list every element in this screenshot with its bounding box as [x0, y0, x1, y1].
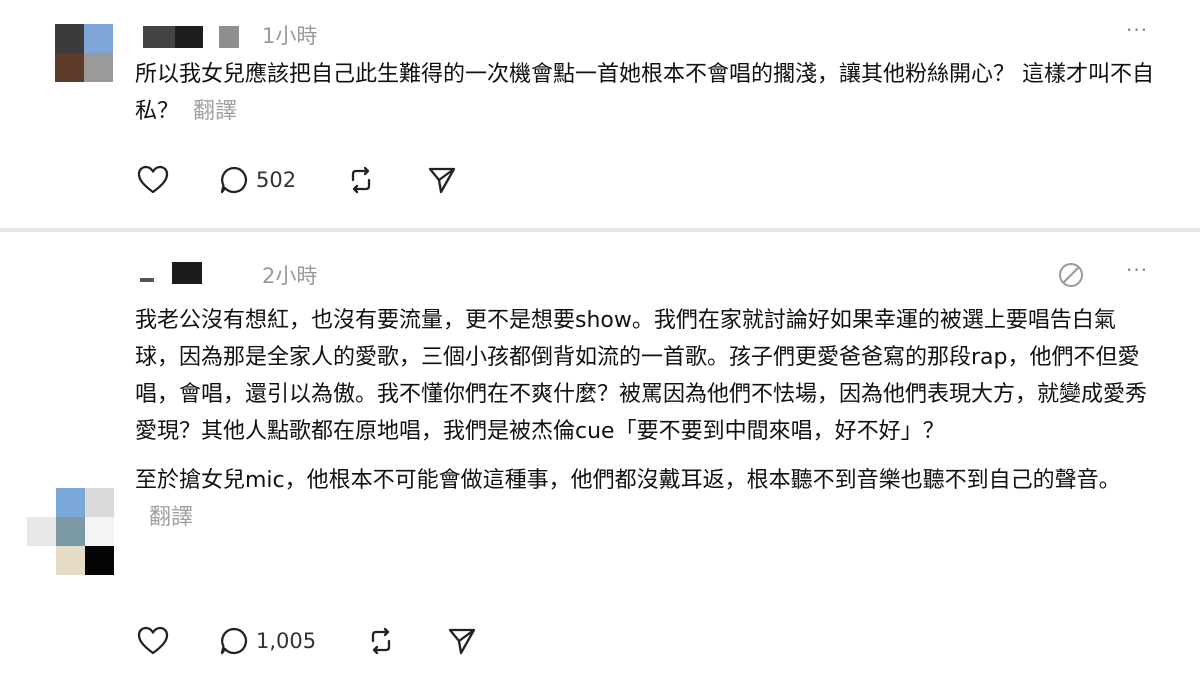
- heart-icon: [137, 165, 169, 194]
- avatar[interactable]: [27, 488, 114, 575]
- comment-icon: [220, 166, 248, 194]
- share-button[interactable]: [446, 625, 478, 657]
- send-icon: [448, 628, 476, 655]
- post-body: 我老公沒有想紅，也沒有要流量，更不是想要show。我們在家就討論好如果幸運的被選…: [135, 302, 1150, 536]
- heart-icon: [137, 626, 169, 655]
- post-1: 1小時 ··· 所以我女兒應該把自己此生難得的一次機會點一首她根本不會唱的擱淺，…: [0, 0, 1200, 228]
- translate-link[interactable]: 翻譯: [193, 99, 237, 124]
- username-redacted[interactable]: [143, 26, 239, 48]
- reply-button[interactable]: 1,005: [218, 625, 316, 657]
- like-button[interactable]: [136, 625, 170, 657]
- post-time: 2小時: [262, 264, 318, 288]
- reply-count: 502: [256, 168, 297, 192]
- avatar[interactable]: [55, 24, 113, 82]
- post-paragraph-2: 至於搶女兒mic，他根本不可能會做這種事，他們都沒戴耳返，根本聽不到音樂也聽不到…: [135, 462, 1150, 536]
- like-button[interactable]: [136, 164, 170, 196]
- repost-button[interactable]: [364, 625, 398, 657]
- repost-icon: [351, 166, 371, 194]
- reply-button[interactable]: 502: [218, 164, 296, 196]
- repost-icon: [371, 627, 391, 655]
- share-button[interactable]: [426, 164, 458, 196]
- comment-icon: [220, 627, 248, 655]
- repost-button[interactable]: [344, 164, 378, 196]
- action-bar: 1,005: [136, 625, 526, 657]
- action-bar: 502: [136, 164, 506, 196]
- post-body: 所以我女兒應該把自己此生難得的一次機會點一首她根本不會唱的擱淺，讓其他粉絲開心？…: [135, 56, 1165, 130]
- post-time: 1小時: [262, 24, 318, 48]
- username-redacted[interactable]: [140, 262, 202, 284]
- send-icon: [428, 167, 456, 194]
- hidden-status-icon[interactable]: [1056, 260, 1086, 290]
- post-text: 所以我女兒應該把自己此生難得的一次機會點一首她根本不會唱的擱淺，讓其他粉絲開心？…: [135, 62, 1154, 124]
- post-2: 2小時 ··· 我老公沒有想紅，也沒有要流量，更不是想要show。我們在家就討論…: [0, 232, 1200, 675]
- more-options-button[interactable]: ···: [1126, 18, 1148, 42]
- translate-link[interactable]: 翻譯: [149, 505, 193, 530]
- post-paragraph-1: 我老公沒有想紅，也沒有要流量，更不是想要show。我們在家就討論好如果幸運的被選…: [135, 308, 1148, 444]
- more-options-button[interactable]: ···: [1126, 258, 1148, 282]
- post-paragraph-2-text: 至於搶女兒mic，他根本不可能會做這種事，他們都沒戴耳返，根本聽不到音樂也聽不到…: [135, 468, 1121, 493]
- reply-count: 1,005: [256, 629, 317, 653]
